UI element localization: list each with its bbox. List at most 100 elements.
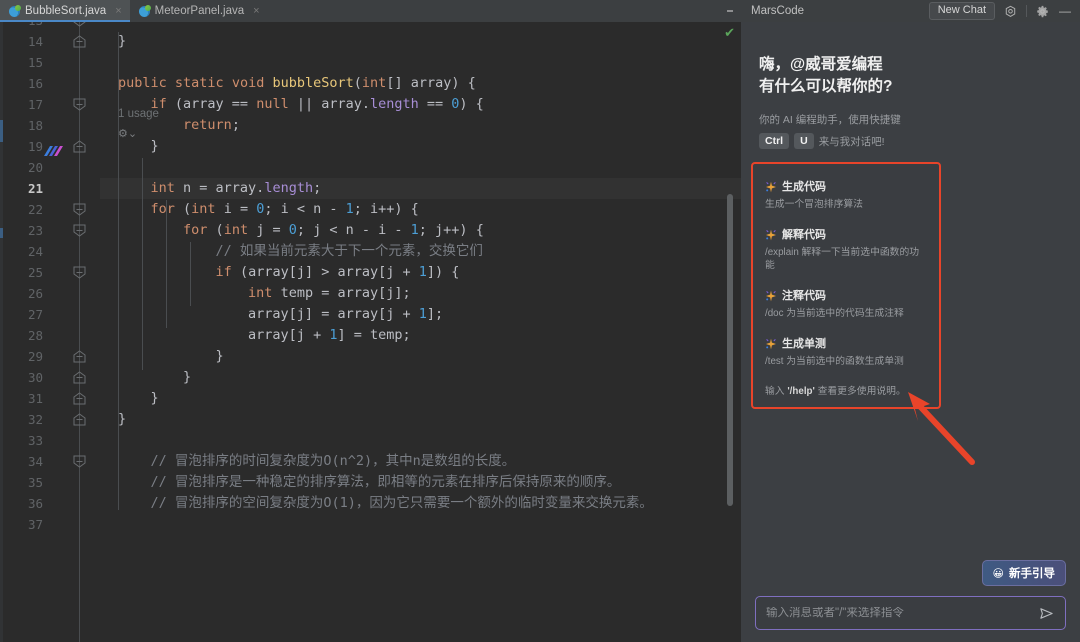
code-line[interactable]: } — [100, 409, 741, 430]
fold-marker-icon[interactable] — [73, 35, 86, 48]
code-line[interactable]: int temp = array[j]; — [100, 283, 741, 304]
line-number: 17 — [3, 94, 43, 115]
fold-marker-icon[interactable] — [73, 224, 86, 237]
code-line[interactable]: for (int i = 0; i < n - 1; i++) { — [100, 199, 741, 220]
editor-pane: BubbleSort.java × MeteorPanel.java × — [0, 0, 741, 642]
code-area[interactable]: 1 usage ⚙⌄ }public static void bubbleSor… — [100, 22, 741, 642]
code-line[interactable]: // 如果当前元素大于下一个元素，交换它们 — [100, 241, 741, 262]
sparkle-icon — [765, 228, 777, 240]
suggestion-card-explain-code[interactable]: 解释代码 /explain 解释一下当前选中函数的功能 — [765, 226, 927, 272]
code-line[interactable]: } — [100, 388, 741, 409]
code-token: n = array. — [175, 180, 264, 196]
marscode-gutter-icon[interactable] — [42, 144, 66, 158]
code-line[interactable]: } — [100, 367, 741, 388]
code-token: 0 — [289, 222, 297, 238]
help-command: '/help' — [787, 386, 815, 397]
suggestion-card-comment-code[interactable]: 注释代码 /doc 为当前选中的代码生成注释 — [765, 287, 927, 320]
code-token: // 冒泡排序是一种稳定的排序算法，即相等的元素在排序后保持原来的顺序。 — [118, 474, 620, 490]
close-icon[interactable]: × — [253, 6, 259, 17]
marscode-panel: MarsCode New Chat — 嗨，@威哥爱编程 有什么可以帮你的? — [741, 0, 1080, 642]
editor-gutter[interactable]: 1314151617181920212223242526272829303132… — [0, 22, 100, 642]
fold-marker-icon[interactable] — [73, 203, 86, 216]
minimize-icon[interactable]: — — [1058, 4, 1072, 18]
code-token: ; i++) { — [354, 201, 419, 217]
code-token: } — [118, 138, 159, 154]
code-line[interactable]: int n = array.length; — [100, 178, 741, 199]
sparkle-icon — [765, 180, 777, 192]
code-token: for — [151, 201, 175, 217]
code-line[interactable]: public static void bubbleSort(int[] arra… — [100, 73, 741, 94]
chat-input-wrapper[interactable] — [755, 596, 1066, 630]
code-token: array[j] = array[j + — [118, 306, 419, 322]
sparkle-icon — [765, 289, 777, 301]
editor-vertical-scrollbar[interactable] — [727, 194, 733, 506]
code-line[interactable]: // 冒泡排序是一种稳定的排序算法，即相等的元素在排序后保持原来的顺序。 — [100, 472, 741, 493]
code-token: static — [175, 75, 224, 91]
fold-marker-icon[interactable] — [73, 392, 86, 405]
code-token: int — [224, 222, 248, 238]
code-token: ( — [175, 201, 191, 217]
line-number: 36 — [3, 493, 43, 514]
code-token: } — [118, 390, 159, 406]
newbie-guide-button[interactable]: 😀 新手引导 — [982, 560, 1066, 586]
code-line[interactable]: } — [100, 346, 741, 367]
code-line[interactable]: // 冒泡排序的时间复杂度为O(n^2)，其中n是数组的长度。 — [100, 451, 741, 472]
tab-bubblesort-java[interactable]: BubbleSort.java × — [0, 0, 130, 22]
line-number: 34 — [3, 451, 43, 472]
code-token — [264, 75, 272, 91]
code-token: int — [362, 75, 386, 91]
newbie-guide-label: 新手引导 — [1009, 565, 1055, 581]
code-line[interactable]: } — [100, 31, 741, 52]
new-chat-button[interactable]: New Chat — [929, 2, 995, 20]
code-token — [118, 96, 151, 112]
line-number: 28 — [3, 325, 43, 346]
inspection-ok-icon[interactable]: ✔ — [724, 26, 735, 39]
send-icon[interactable] — [1037, 606, 1055, 621]
code-token — [167, 75, 175, 91]
tabbar-spacer — [268, 0, 719, 22]
fold-marker-icon[interactable] — [73, 371, 86, 384]
code-line[interactable]: // 冒泡排序的空间复杂度为O(1)，因为它只需要一个额外的临时变量来交换元素。 — [100, 493, 741, 514]
code-line[interactable]: for (int j = 0; j < n - i - 1; j++) { — [100, 220, 741, 241]
fold-marker-icon[interactable] — [73, 455, 86, 468]
line-number: 24 — [3, 241, 43, 262]
code-line[interactable]: array[j + 1] = temp; — [100, 325, 741, 346]
code-token: ; i < n - — [264, 201, 345, 217]
code-token: [] array) { — [386, 75, 475, 91]
line-number: 16 — [3, 73, 43, 94]
suggestion-card-generate-code[interactable]: 生成代码 生成一个冒泡排序算法 — [765, 178, 927, 211]
fold-marker-icon[interactable] — [73, 266, 86, 279]
java-class-icon — [139, 6, 150, 17]
code-token: ( — [207, 222, 223, 238]
code-token: j = — [248, 222, 289, 238]
code-token: } — [118, 411, 126, 427]
tab-label: BubbleSort.java — [25, 5, 106, 17]
fold-marker-icon[interactable] — [73, 140, 86, 153]
more-options-icon[interactable] — [719, 0, 741, 22]
card-subtitle: /doc 为当前选中的代码生成注释 — [765, 307, 927, 320]
card-head: 生成代码 — [765, 178, 927, 194]
chat-input[interactable] — [766, 607, 1037, 619]
fold-marker-icon[interactable] — [73, 98, 86, 111]
smiley-icon: 😀 — [993, 567, 1004, 580]
code-line[interactable]: if (array == null || array.length == 0) … — [100, 94, 741, 115]
line-number: 37 — [3, 514, 43, 535]
greeting-line-2: 有什么可以帮你的? — [759, 76, 1062, 98]
fold-marker-icon[interactable] — [73, 22, 86, 27]
fold-marker-icon[interactable] — [73, 413, 86, 426]
close-icon[interactable]: × — [115, 6, 121, 17]
code-token: bubbleSort — [273, 75, 354, 91]
tab-meteorpanel-java[interactable]: MeteorPanel.java × — [130, 0, 268, 22]
code-line[interactable]: array[j] = array[j + 1]; — [100, 304, 741, 325]
code-line[interactable]: return; — [100, 115, 741, 136]
settings-outline-icon[interactable] — [1003, 4, 1018, 19]
sparkle-icon — [765, 337, 777, 349]
suggestion-card-generate-unit-test[interactable]: 生成单测 /test 为当前选中的函数生成单测 — [765, 335, 927, 368]
code-line[interactable]: if (array[j] > array[j + 1]) { — [100, 262, 741, 283]
line-number: 31 — [3, 388, 43, 409]
fold-marker-icon[interactable] — [73, 350, 86, 363]
gear-icon[interactable] — [1035, 4, 1050, 19]
code-line[interactable]: } — [100, 136, 741, 157]
code-token: 1 — [419, 264, 427, 280]
line-number: 26 — [3, 283, 43, 304]
